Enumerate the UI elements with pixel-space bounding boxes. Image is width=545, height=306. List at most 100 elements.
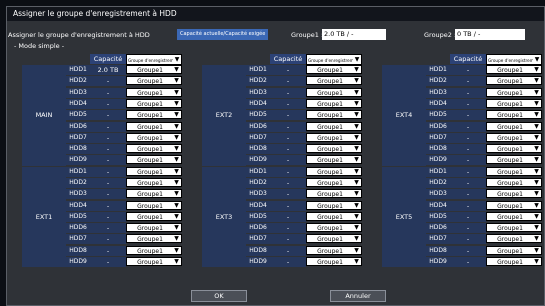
group-select[interactable]: Groupe1 ▼ <box>306 132 362 142</box>
group-select[interactable]: Groupe1 ▼ <box>486 110 542 120</box>
chevron-down-icon[interactable]: ▼ <box>172 66 181 74</box>
group-select[interactable]: Groupe1 ▼ <box>126 110 182 120</box>
group-select[interactable]: Groupe1 ▼ <box>486 98 542 108</box>
chevron-down-icon[interactable]: ▼ <box>532 179 541 187</box>
group-select[interactable]: Groupe1 ▼ <box>306 245 362 255</box>
chevron-down-icon[interactable]: ▼ <box>532 89 541 97</box>
group-select[interactable]: Groupe1 ▼ <box>486 200 542 210</box>
group-select[interactable]: Groupe1 ▼ <box>306 234 362 244</box>
chevron-down-icon[interactable]: ▼ <box>172 100 181 108</box>
ok-button[interactable]: OK <box>191 290 247 302</box>
group-select[interactable]: Groupe1 ▼ <box>126 223 182 233</box>
group-select[interactable]: Groupe1 ▼ <box>306 87 362 97</box>
group-select[interactable]: Groupe1 ▼ <box>306 121 362 131</box>
cancel-button[interactable]: Annuler <box>330 290 386 302</box>
chevron-down-icon[interactable]: ▼ <box>532 145 541 153</box>
group-select[interactable]: Groupe1 ▼ <box>486 87 542 97</box>
group-select[interactable]: Groupe1 ▼ <box>306 76 362 86</box>
chevron-down-icon[interactable]: ▼ <box>352 111 361 119</box>
chevron-down-icon[interactable]: ▼ <box>172 168 181 176</box>
group-select[interactable]: Groupe1 ▼ <box>486 76 542 86</box>
group-select[interactable]: Groupe1 ▼ <box>486 121 542 131</box>
chevron-down-icon[interactable]: ▼ <box>532 111 541 119</box>
group-select[interactable]: Groupe1 ▼ <box>306 155 362 165</box>
group-select[interactable]: Groupe1 ▼ <box>126 166 182 176</box>
chevron-down-icon[interactable]: ▼ <box>532 213 541 221</box>
group-select[interactable]: Groupe1 ▼ <box>306 110 362 120</box>
group-select[interactable]: Groupe1 ▼ <box>486 155 542 165</box>
chevron-down-icon[interactable]: ▼ <box>532 100 541 108</box>
chevron-down-icon[interactable]: ▼ <box>532 202 541 210</box>
group-select[interactable]: Groupe1 ▼ <box>486 166 542 176</box>
chevron-down-icon[interactable]: ▼ <box>172 89 181 97</box>
group-select[interactable]: Groupe1 ▼ <box>126 121 182 131</box>
chevron-down-icon[interactable]: ▼ <box>172 156 181 164</box>
group-select[interactable]: Groupe1 ▼ <box>306 144 362 154</box>
group-select[interactable]: Groupe1 ▼ <box>486 65 542 74</box>
chevron-down-icon[interactable]: ▼ <box>352 145 361 153</box>
chevron-down-icon[interactable]: ▼ <box>172 202 181 210</box>
chevron-down-icon[interactable]: ▼ <box>352 77 361 85</box>
chevron-down-icon[interactable]: ▼ <box>172 235 181 243</box>
group-select[interactable]: Groupe1 ▼ <box>126 257 182 267</box>
chevron-down-icon[interactable]: ▼ <box>352 179 361 187</box>
group-select[interactable]: Groupe1 ▼ <box>486 189 542 199</box>
group-select[interactable]: Groupe1 ▼ <box>126 132 182 142</box>
group-select[interactable]: Groupe1 ▼ <box>126 200 182 210</box>
group-select[interactable]: Groupe1 ▼ <box>306 98 362 108</box>
chevron-down-icon[interactable]: ▼ <box>172 190 181 198</box>
group-select[interactable]: Groupe1 ▼ <box>126 234 182 244</box>
chevron-down-icon[interactable]: ▼ <box>352 123 361 131</box>
chevron-down-icon[interactable]: ▼ <box>532 123 541 131</box>
chevron-down-icon[interactable]: ▼ <box>352 202 361 210</box>
chevron-down-icon[interactable]: ▼ <box>352 224 361 232</box>
chevron-down-icon[interactable]: ▼ <box>352 168 361 176</box>
group-select[interactable]: Groupe1 ▼ <box>306 223 362 233</box>
chevron-down-icon[interactable]: ▼ <box>352 66 361 74</box>
chevron-down-icon[interactable]: ▼ <box>172 111 181 119</box>
group-select[interactable]: Groupe1 ▼ <box>486 132 542 142</box>
chevron-down-icon[interactable]: ▼ <box>352 89 361 97</box>
chevron-down-icon[interactable]: ▼ <box>172 145 181 153</box>
chevron-down-icon[interactable]: ▼ <box>172 247 181 255</box>
group-select[interactable]: Groupe1 ▼ <box>486 144 542 154</box>
chevron-down-icon[interactable]: ▼ <box>172 179 181 187</box>
chevron-down-icon[interactable]: ▼ <box>172 134 181 142</box>
chevron-down-icon[interactable]: ▼ <box>532 224 541 232</box>
chevron-down-icon[interactable]: ▼ <box>532 66 541 74</box>
group-select[interactable]: Groupe1 ▼ <box>126 98 182 108</box>
group-select[interactable]: Groupe1 ▼ <box>486 245 542 255</box>
group-select[interactable]: Groupe1 ▼ <box>486 257 542 267</box>
group-select[interactable]: Groupe1 ▼ <box>486 177 542 187</box>
chevron-down-icon[interactable]: ▼ <box>352 213 361 221</box>
chevron-down-icon[interactable]: ▼ <box>352 247 361 255</box>
chevron-down-icon[interactable]: ▼ <box>532 168 541 176</box>
chevron-down-icon[interactable]: ▼ <box>352 190 361 198</box>
chevron-down-icon[interactable]: ▼ <box>352 100 361 108</box>
chevron-down-icon[interactable]: ▼ <box>532 247 541 255</box>
group-select[interactable]: Groupe1 ▼ <box>126 211 182 221</box>
group-select[interactable]: Groupe1 ▼ <box>306 189 362 199</box>
group-select[interactable]: Groupe1 ▼ <box>126 76 182 86</box>
group-select[interactable]: Groupe1 ▼ <box>486 211 542 221</box>
chevron-down-icon[interactable]: ▼ <box>172 123 181 131</box>
group-select[interactable]: Groupe1 ▼ <box>486 234 542 244</box>
group-select[interactable]: Groupe1 ▼ <box>306 257 362 267</box>
chevron-down-icon[interactable]: ▼ <box>172 224 181 232</box>
group-select[interactable]: Groupe1 ▼ <box>306 200 362 210</box>
chevron-down-icon[interactable]: ▼ <box>352 258 361 266</box>
group-select[interactable]: Groupe1 ▼ <box>126 155 182 165</box>
chevron-down-icon[interactable]: ▼ <box>172 213 181 221</box>
group-select[interactable]: Groupe1 ▼ <box>126 65 182 74</box>
group-select[interactable]: Groupe1 ▼ <box>306 177 362 187</box>
chevron-down-icon[interactable]: ▼ <box>352 134 361 142</box>
group-select[interactable]: Groupe1 ▼ <box>486 223 542 233</box>
group-select[interactable]: Groupe1 ▼ <box>306 211 362 221</box>
chevron-down-icon[interactable]: ▼ <box>532 156 541 164</box>
chevron-down-icon[interactable]: ▼ <box>172 258 181 266</box>
chevron-down-icon[interactable]: ▼ <box>352 156 361 164</box>
chevron-down-icon[interactable]: ▼ <box>532 190 541 198</box>
group-select[interactable]: Groupe1 ▼ <box>126 245 182 255</box>
chevron-down-icon[interactable]: ▼ <box>532 235 541 243</box>
chevron-down-icon[interactable]: ▼ <box>172 77 181 85</box>
